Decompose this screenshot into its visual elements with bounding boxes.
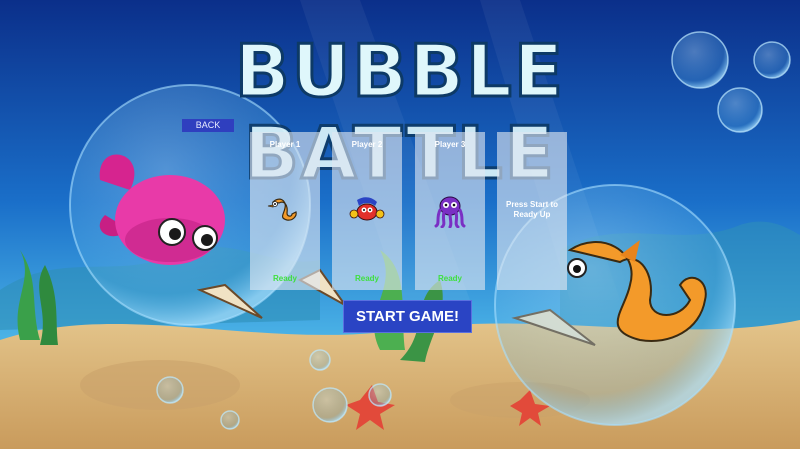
player-slot-4-empty: Press Start to Ready Up bbox=[497, 132, 567, 290]
player-3-name: Player 3 bbox=[434, 140, 466, 149]
player-3-status: Ready bbox=[437, 274, 462, 283]
player-slot-3: Player 3 Ready bbox=[415, 132, 485, 290]
player-2-name: Player 2 bbox=[351, 140, 383, 149]
back-button[interactable]: BACK bbox=[182, 119, 234, 132]
player-1-status: Ready bbox=[272, 274, 297, 283]
crab-icon bbox=[349, 197, 385, 221]
seahorse-icon bbox=[267, 198, 297, 221]
player-slot-1: Player 1 Ready bbox=[250, 132, 320, 290]
start-game-button[interactable]: START GAME! bbox=[343, 300, 472, 333]
game-title-line1: BUBBLE bbox=[235, 29, 565, 113]
octopus-icon bbox=[434, 196, 466, 228]
ready-up-prompt: Press Start to Ready Up bbox=[505, 200, 559, 219]
player-2-status: Ready bbox=[354, 274, 379, 283]
player-1-name: Player 1 bbox=[269, 140, 301, 149]
player-slot-2: Player 2 Ready bbox=[332, 132, 402, 290]
